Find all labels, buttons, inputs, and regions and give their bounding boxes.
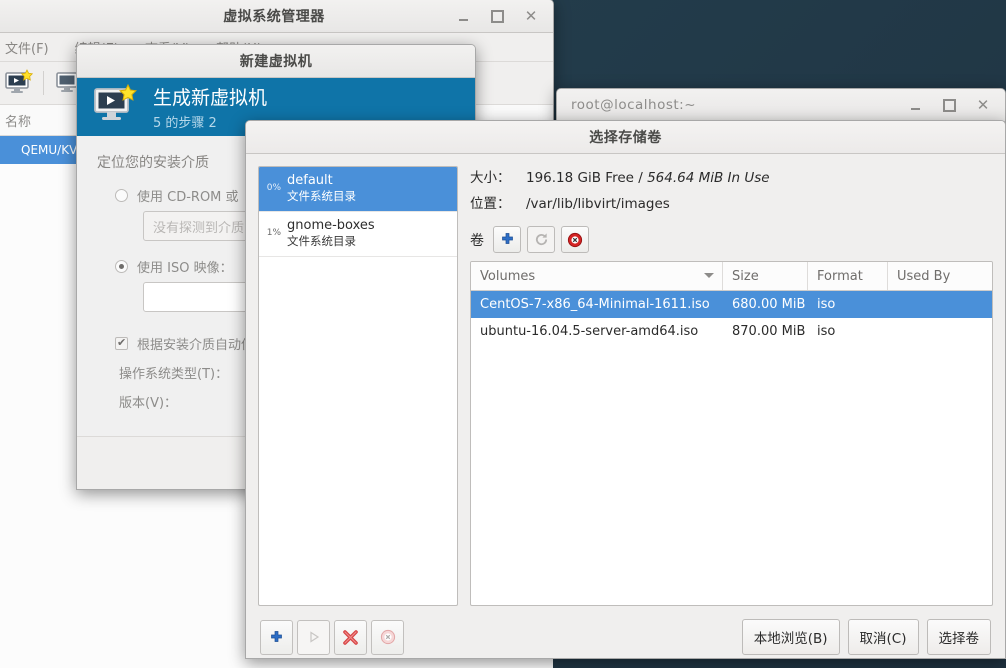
pool-name: default [287, 173, 333, 188]
maximize-icon[interactable] [489, 8, 505, 24]
volumes-pane: 大小： 196.18 GiB Free / 564.64 MiB In Use … [470, 166, 993, 606]
pool-size-value: 196.18 GiB Free / 564.64 MiB In Use [526, 170, 770, 186]
newvm-banner-title: 生成新虚拟机 [153, 87, 268, 109]
browse-local-button[interactable]: 本地浏览(B) [741, 619, 840, 655]
table-row[interactable]: CentOS-7-x86_64-Minimal-1611.iso 680.00 … [471, 291, 992, 318]
maximize-icon[interactable] [941, 97, 957, 113]
refresh-volumes-icon[interactable] [527, 226, 555, 253]
pool-usage-percent: 0% [266, 182, 281, 193]
stop-pool-icon[interactable] [334, 619, 367, 655]
pool-size-label: 大小： [470, 170, 511, 186]
minimize-icon[interactable] [907, 97, 923, 113]
storage-titlebar: 选择存储卷 [246, 121, 1005, 154]
table-row[interactable]: ubuntu-16.04.5-server-amd64.iso 870.00 M… [471, 318, 992, 345]
pool-location-label: 位置： [470, 196, 511, 212]
terminal-titlebar: root@localhost:~ ✕ [557, 89, 1005, 122]
column-header-size[interactable]: Size [723, 262, 808, 290]
pool-size-row: 大小： 196.18 GiB Free / 564.64 MiB In Use [470, 166, 993, 186]
storage-content: 0% default 文件系统目录 1% gnome-boxes 文件系统目录 … [246, 154, 1005, 606]
radio-cdrom-label: 使用 CD-ROM 或 [137, 190, 239, 205]
new-vm-icon[interactable] [3, 69, 34, 97]
terminal-window-controls: ✕ [907, 89, 999, 121]
storage-title: 选择存储卷 [589, 130, 662, 146]
pool-name: gnome-boxes [287, 218, 375, 234]
volumes-label: 卷 [470, 232, 484, 249]
close-icon[interactable]: ✕ [523, 8, 539, 24]
pool-item-default[interactable]: 0% default 文件系统目录 [259, 167, 457, 213]
pool-size-inuse: 564.64 MiB In Use [647, 170, 770, 186]
close-icon[interactable]: ✕ [975, 97, 991, 113]
column-header-used-by[interactable]: Used By [888, 262, 992, 290]
sort-chevron-down-icon [704, 273, 714, 278]
vmm-titlebar: 虚拟系统管理器 ✕ [0, 0, 553, 33]
minimize-icon[interactable] [455, 8, 471, 24]
pool-type: 文件系统目录 [287, 189, 356, 204]
volume-format: iso [817, 324, 836, 339]
pool-action-buttons [260, 619, 404, 655]
radio-iso-label: 使用 ISO 映像： [137, 261, 233, 276]
cdrom-select-value: 没有探测到介质 [153, 220, 245, 236]
pool-type: 文件系统目录 [287, 234, 356, 249]
start-pool-icon[interactable] [297, 619, 330, 655]
column-header-format[interactable]: Format [808, 262, 888, 290]
column-name: 名称 [5, 114, 32, 130]
cancel-button[interactable]: 取消(C) [847, 619, 919, 655]
add-volume-icon[interactable] [493, 226, 521, 253]
radio-cdrom-icon[interactable] [115, 189, 128, 202]
pool-size-free: 196.18 GiB Free / [526, 170, 643, 186]
storage-dialog-buttons: 本地浏览(B) 取消(C) 选择卷 [741, 619, 991, 655]
volume-size: 870.00 MiB [732, 324, 806, 339]
newvm-titlebar: 新建虚拟机 [77, 45, 475, 78]
add-pool-icon[interactable] [260, 619, 293, 655]
menu-file[interactable]: 文件(F) [5, 38, 49, 57]
pool-item-gnome-boxes[interactable]: 1% gnome-boxes 文件系统目录 [259, 212, 457, 258]
volume-name: ubuntu-16.04.5-server-amd64.iso [480, 324, 699, 339]
pool-usage-percent: 1% [266, 227, 281, 238]
choose-volume-button[interactable]: 选择卷 [926, 619, 991, 655]
autodetect-label: 根据安装介质自动侦 [137, 338, 255, 353]
terminal-title: root@localhost:~ [571, 97, 697, 113]
column-header-volumes-label: Volumes [480, 268, 536, 284]
delete-pool-icon[interactable] [371, 619, 404, 655]
pool-location-row: 位置： /var/lib/libvirt/images [470, 192, 993, 212]
choose-storage-volume-dialog: 选择存储卷 0% default 文件系统目录 1% gnome-boxes 文… [245, 120, 1006, 659]
volume-format: iso [817, 297, 836, 312]
newvm-title: 新建虚拟机 [239, 54, 313, 70]
vmm-window-controls: ✕ [455, 0, 547, 32]
pool-location-value: /var/lib/libvirt/images [526, 196, 670, 212]
volumes-table[interactable]: Volumes Size Format Used By CentOS-7-x86… [470, 261, 993, 606]
storage-pool-list[interactable]: 0% default 文件系统目录 1% gnome-boxes 文件系统目录 [258, 166, 458, 606]
volumes-table-header: Volumes Size Format Used By [471, 262, 992, 291]
storage-footer: 本地浏览(B) 取消(C) 选择卷 [246, 606, 1005, 668]
volume-toolbar: 卷 [470, 226, 993, 253]
radio-iso-icon[interactable] [115, 260, 128, 273]
autodetect-checkbox-icon[interactable] [115, 336, 128, 350]
new-vm-banner-icon [91, 83, 139, 131]
delete-volume-icon[interactable] [561, 226, 589, 253]
vmm-title: 虚拟系统管理器 [223, 9, 325, 25]
volume-name: CentOS-7-x86_64-Minimal-1611.iso [480, 297, 710, 312]
toolbar-separator [43, 71, 44, 95]
column-header-volumes[interactable]: Volumes [471, 262, 723, 290]
volume-size: 680.00 MiB [732, 297, 806, 312]
